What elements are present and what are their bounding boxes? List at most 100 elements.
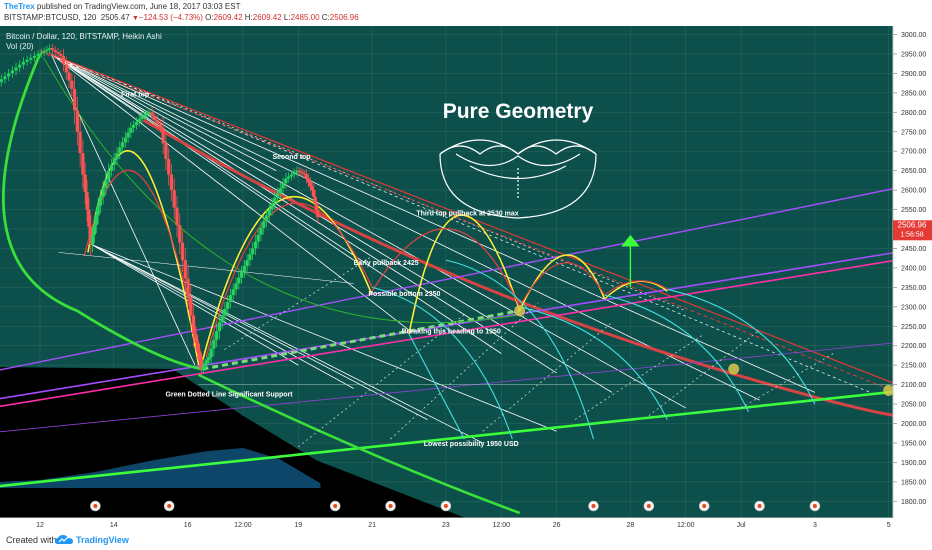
candle-body: [0, 79, 3, 83]
candle-body: [144, 114, 148, 116]
candle-body: [287, 176, 291, 179]
candle-body: [98, 196, 103, 206]
price-change: −124.53 (−4.73%): [138, 13, 203, 22]
last-price: 2505.47: [100, 13, 130, 22]
candle-body: [305, 174, 309, 179]
x-tick-label: 12:00: [677, 522, 695, 529]
x-tick-label: 5: [887, 522, 891, 529]
candle-body: [134, 122, 139, 125]
symbol-label: BITSTAMP:BTCUSD, 120: [4, 13, 97, 22]
chart-header: TheTrex published on TradingView.com, Ju…: [0, 0, 932, 26]
current-price-tag: 2506.96 1:56:58: [893, 220, 932, 241]
x-tick-label: 12:00: [234, 522, 252, 529]
candle-body: [158, 123, 162, 128]
candle-body: [112, 158, 116, 165]
created-with: Created with: [6, 535, 57, 545]
candle-body: [284, 178, 288, 184]
candle-body: [231, 289, 235, 296]
candle-body: [248, 254, 252, 261]
candle-body: [123, 137, 127, 143]
y-tick-label: 2050.00: [901, 402, 926, 409]
candle-body: [297, 170, 301, 172]
candle-body: [175, 207, 179, 226]
candle-body: [42, 51, 46, 53]
y-tick-label: 2900.00: [901, 71, 926, 78]
candle-body: [132, 124, 136, 128]
x-tick-label: 12:00: [492, 522, 510, 529]
event-marker-dot: [812, 504, 817, 508]
candle-body: [256, 234, 260, 242]
candle-body: [228, 295, 233, 302]
candle-body: [212, 339, 216, 349]
tradingview-cloud-icon: [55, 535, 73, 544]
y-tick-label: 1800.00: [901, 499, 926, 506]
x-tick-label: 21: [368, 522, 376, 529]
event-marker-dot: [93, 504, 98, 508]
candle-body: [48, 48, 52, 50]
candle-body: [153, 116, 157, 121]
candle-body: [303, 173, 307, 175]
candle-body: [278, 188, 282, 194]
candle-body: [197, 351, 202, 361]
candle-body: [316, 210, 320, 218]
chart-title: Bitcoin / Dollar, 120, BITSTAMP, Heikin …: [6, 32, 162, 41]
tradingview-link[interactable]: TradingView: [76, 535, 129, 545]
candle-body: [259, 228, 263, 235]
candle-body: [207, 357, 211, 361]
chart-canvas[interactable]: First topSecond topThird top pullback at…: [0, 26, 932, 530]
candle-body: [120, 142, 125, 148]
countdown-label: 1:56:58: [900, 231, 923, 238]
candle-body: [94, 215, 98, 226]
publish-line: TheTrex published on TradingView.com, Ju…: [4, 2, 240, 11]
candle-body: [32, 55, 37, 58]
high-label: H:: [244, 13, 253, 22]
open-label: O:: [205, 13, 214, 22]
candle-body: [70, 80, 74, 89]
candle-body: [262, 221, 266, 229]
author-link[interactable]: TheTrex: [4, 2, 35, 11]
y-tick-label: 2550.00: [901, 207, 926, 214]
candle-body: [186, 278, 190, 298]
candle-body: [299, 171, 303, 173]
candle-body: [50, 48, 55, 51]
candle-body: [92, 225, 97, 235]
x-tick-label: Jul: [737, 522, 746, 529]
candle-body: [281, 183, 285, 189]
current-price-label: 2506.96: [898, 220, 927, 229]
candle-body: [10, 70, 14, 74]
candle-body: [169, 174, 174, 191]
candle-body: [14, 67, 18, 71]
candle-body: [172, 190, 176, 208]
candle-body: [39, 52, 43, 54]
candle-body: [21, 61, 25, 65]
y-tick-label: 2200.00: [901, 343, 926, 350]
candle-body: [164, 143, 168, 159]
candle-body: [81, 153, 85, 175]
candle-body: [7, 73, 11, 77]
candle-body: [264, 215, 269, 222]
candle-body: [104, 179, 108, 189]
candle-body: [239, 271, 244, 278]
x-tick-label: 28: [627, 522, 635, 529]
candle-body: [180, 242, 185, 261]
candle-body: [64, 64, 68, 73]
candle-body: [18, 64, 22, 68]
symbol-line: BITSTAMP:BTCUSD, 120 2505.47 ▼−124.53 (−…: [4, 13, 359, 22]
candle-body: [61, 55, 66, 65]
annotation-label: First top: [121, 92, 149, 99]
yellow-dot: [514, 305, 526, 317]
candle-body: [25, 59, 29, 62]
candle-body: [201, 366, 205, 370]
candle-body: [196, 342, 200, 352]
candle-body: [203, 363, 207, 367]
down-triangle-icon: ▼: [131, 15, 139, 22]
candle-body: [150, 112, 154, 117]
x-tick-label: 16: [184, 522, 192, 529]
annotation-label: Second top: [272, 154, 310, 161]
event-marker-dot: [443, 504, 448, 508]
y-tick-label: 2000.00: [901, 421, 926, 428]
candle-body: [67, 72, 71, 81]
y-tick-label: 2800.00: [901, 110, 926, 117]
candle-body: [234, 283, 238, 290]
x-tick-label: 3: [813, 522, 817, 529]
